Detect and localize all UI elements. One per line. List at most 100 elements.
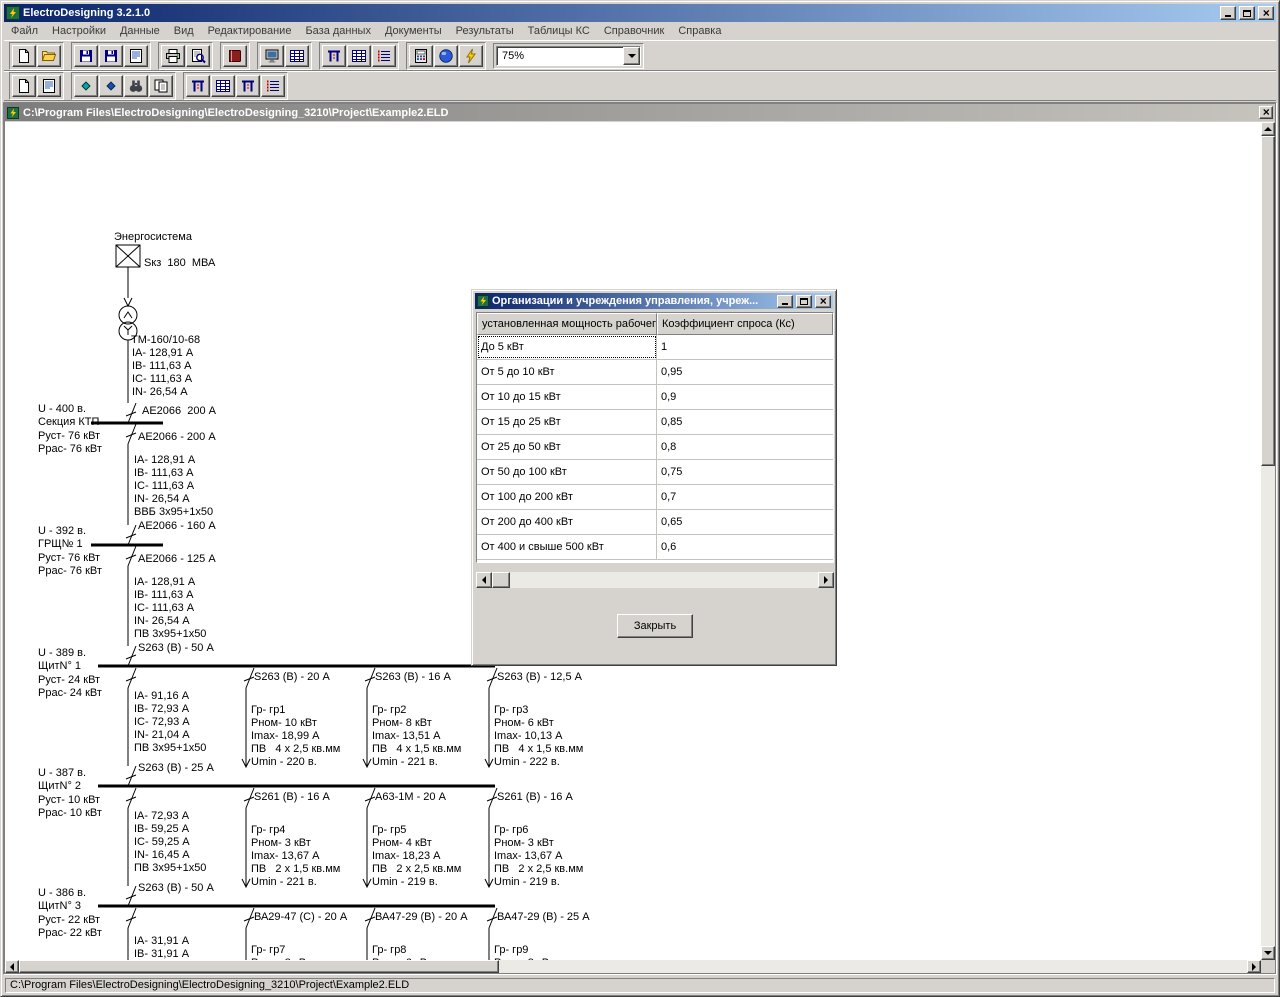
cell-kc[interactable]: 1	[657, 335, 833, 359]
scroll-thumb[interactable]	[1261, 136, 1275, 466]
close-button[interactable]	[1258, 6, 1274, 20]
document-close-button[interactable]	[1259, 106, 1273, 119]
zoom-dropdown-button[interactable]	[623, 47, 640, 65]
database-button[interactable]	[434, 45, 458, 67]
diagram-label: Sкз 180 МВА	[144, 257, 216, 269]
menu-item-file[interactable]: Файл	[4, 23, 45, 40]
table-columns-button[interactable]	[186, 75, 210, 97]
print-preview-icon	[190, 48, 206, 64]
horizontal-scrollbar[interactable]	[5, 960, 1261, 973]
scroll-track[interactable]	[499, 960, 1247, 973]
scroll-track[interactable]	[1261, 466, 1275, 946]
save-all-button[interactable]	[99, 45, 123, 67]
dialog-close-x-button[interactable]	[815, 295, 831, 308]
cell-power[interactable]: От 200 до 400 кВт	[477, 510, 657, 534]
cell-power[interactable]: От 15 до 25 кВт	[477, 410, 657, 434]
menu-item-view[interactable]: Вид	[167, 23, 201, 40]
menu-item-data[interactable]: Данные	[113, 23, 167, 40]
column-header-power[interactable]: установленная мощность рабочег	[477, 313, 657, 335]
print-preview-button[interactable]	[186, 45, 210, 67]
dialog-minimize-button[interactable]	[777, 295, 793, 308]
menu-item-settings[interactable]: Настройки	[45, 23, 113, 40]
dialog-titlebar[interactable]: Организации и учреждения управления, учр…	[475, 293, 833, 309]
cell-power[interactable]: До 5 кВт	[477, 335, 657, 359]
dialog-horizontal-scrollbar[interactable]	[476, 572, 834, 588]
cell-power[interactable]: От 25 до 50 кВт	[477, 435, 657, 459]
menu-item-editing[interactable]: Редактирование	[201, 23, 299, 40]
window-titlebar[interactable]: ElectroDesigning 3.2.1.0	[4, 4, 1276, 22]
table-grid-icon	[351, 48, 367, 64]
cell-power[interactable]: От 50 до 100 кВт	[477, 460, 657, 484]
menu-item-reference[interactable]: Справочник	[597, 23, 672, 40]
toolbar-group-tables	[319, 42, 399, 70]
scroll-thumb[interactable]	[492, 572, 510, 588]
cell-kc[interactable]: 0,7	[657, 485, 833, 509]
scroll-left-button[interactable]	[476, 572, 492, 588]
data-sheet-button[interactable]	[124, 45, 148, 67]
save-button[interactable]	[74, 45, 98, 67]
cell-kc[interactable]: 0,9	[657, 385, 833, 409]
document-titlebar[interactable]: C:\Program Files\ElectroDesigning\Electr…	[5, 104, 1275, 121]
table-row[interactable]: До 5 кВт1	[477, 335, 833, 360]
scheme-sheet-button[interactable]	[37, 75, 61, 97]
print-button[interactable]	[161, 45, 185, 67]
scroll-right-button[interactable]	[1247, 960, 1261, 973]
scroll-down-button[interactable]	[1261, 946, 1275, 960]
open-button[interactable]	[37, 45, 61, 67]
vertical-scrollbar[interactable]	[1261, 122, 1275, 960]
screen-form-button[interactable]	[260, 45, 284, 67]
diagram-canvas[interactable]: Энергосистема Sкз 180 МВА ТМ-160/10-68 I…	[5, 122, 1261, 960]
calculator-button[interactable]	[409, 45, 433, 67]
element-blue-button[interactable]	[99, 75, 123, 97]
close-dialog-button[interactable]: Закрыть	[617, 614, 693, 638]
cell-kc[interactable]: 0,65	[657, 510, 833, 534]
minimize-button[interactable]	[1220, 6, 1236, 20]
table-row[interactable]: От 5 до 10 кВт0,95	[477, 360, 833, 385]
scheme-document-button[interactable]	[12, 75, 36, 97]
cell-kc[interactable]: 0,75	[657, 460, 833, 484]
table-row[interactable]: От 200 до 400 кВт0,65	[477, 510, 833, 535]
table-row[interactable]: От 10 до 15 кВт0,9	[477, 385, 833, 410]
table-row[interactable]: От 25 до 50 кВт0,8	[477, 435, 833, 460]
cell-kc[interactable]: 0,6	[657, 535, 833, 559]
scroll-track[interactable]	[510, 572, 818, 588]
cell-power[interactable]: От 10 до 15 кВт	[477, 385, 657, 409]
scroll-left-button[interactable]	[5, 960, 19, 973]
reference-book-button[interactable]	[223, 45, 247, 67]
cell-power[interactable]: От 5 до 10 кВт	[477, 360, 657, 384]
search-button[interactable]	[124, 75, 148, 97]
menu-item-documents[interactable]: Документы	[378, 23, 449, 40]
table-form-button[interactable]	[285, 45, 309, 67]
table-row[interactable]: От 50 до 100 кВт0,75	[477, 460, 833, 485]
menu-item-ks-tables[interactable]: Таблицы КС	[521, 23, 597, 40]
cell-power[interactable]: От 100 до 200 кВт	[477, 485, 657, 509]
table-header-button[interactable]	[322, 45, 346, 67]
menu-item-database[interactable]: База данных	[298, 23, 378, 40]
cell-kc[interactable]: 0,95	[657, 360, 833, 384]
menu-item-help[interactable]: Справка	[671, 23, 728, 40]
dialog-maximize-button[interactable]	[796, 295, 812, 308]
menu-item-results[interactable]: Результаты	[449, 23, 521, 40]
scroll-up-button[interactable]	[1261, 122, 1275, 136]
table-header2-button[interactable]	[236, 75, 260, 97]
column-header-kc[interactable]: Коэффициент спроса (Кс)	[657, 313, 833, 335]
table-grid-button[interactable]	[347, 45, 371, 67]
scroll-right-button[interactable]	[818, 572, 834, 588]
table-cells-button[interactable]	[211, 75, 235, 97]
copy-button[interactable]	[149, 75, 173, 97]
maximize-button[interactable]	[1239, 6, 1255, 20]
cell-kc[interactable]: 0,8	[657, 435, 833, 459]
list-view-button[interactable]	[261, 75, 285, 97]
new-button[interactable]	[12, 45, 36, 67]
zoom-combobox[interactable]: 75%	[496, 46, 641, 66]
calculation-button[interactable]	[459, 45, 483, 67]
element-cyan-button[interactable]	[74, 75, 98, 97]
table-row[interactable]: От 100 до 200 кВт0,7	[477, 485, 833, 510]
scroll-thumb[interactable]	[19, 960, 499, 973]
cell-power[interactable]: От 400 и свыше 500 кВт	[477, 535, 657, 559]
table-list-button[interactable]	[372, 45, 396, 67]
table-row[interactable]: От 400 и свыше 500 кВт0,6	[477, 535, 833, 560]
diagram-label: Гр- гр4	[251, 824, 285, 836]
table-row[interactable]: От 15 до 25 кВт0,85	[477, 410, 833, 435]
cell-kc[interactable]: 0,85	[657, 410, 833, 434]
